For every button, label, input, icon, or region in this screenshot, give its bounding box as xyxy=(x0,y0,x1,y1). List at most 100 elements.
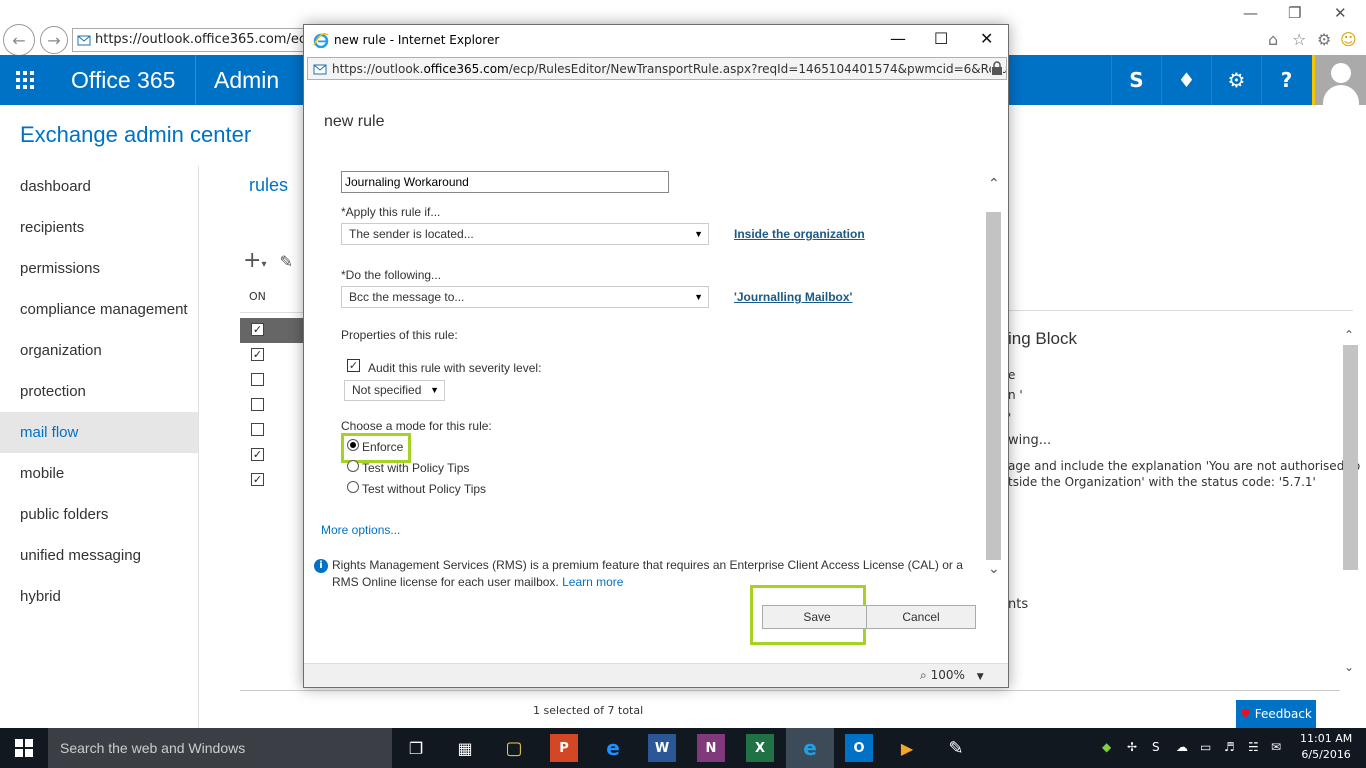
notifications-bell-icon[interactable]: ♦ xyxy=(1161,55,1211,105)
column-header-on[interactable]: ON xyxy=(249,290,266,303)
sidebar-item-permissions[interactable]: permissions xyxy=(0,248,198,289)
rule-name-field[interactable] xyxy=(341,171,669,193)
sidebar-item-protection[interactable]: protection xyxy=(0,371,198,412)
action-center-icon[interactable]: ✉ xyxy=(1271,740,1281,754)
sidebar-item-compliance-management[interactable]: compliance management xyxy=(0,289,198,330)
window-titlebar[interactable]: new rule - Internet Explorer — ☐ ✕ xyxy=(304,25,1008,56)
rule-enabled-checkbox[interactable]: ✓ xyxy=(251,448,264,461)
file-explorer-icon[interactable]: ▢ xyxy=(500,734,528,762)
sidebar-item-recipients[interactable]: recipients xyxy=(0,207,198,248)
excel-icon[interactable]: X xyxy=(746,734,774,762)
form-scrollbar[interactable] xyxy=(986,212,1001,560)
sidebar-item-unified-messaging[interactable]: unified messaging xyxy=(0,535,198,576)
learn-more-link[interactable]: Learn more xyxy=(562,575,623,589)
wifi-icon[interactable]: ☵ xyxy=(1248,740,1259,754)
condition-dropdown[interactable]: The sender is located... ▼ xyxy=(341,223,709,245)
outlook-icon[interactable]: O xyxy=(845,734,873,762)
add-rule-icon[interactable]: + xyxy=(243,248,261,273)
tray-app-icon[interactable]: ◆ xyxy=(1102,740,1111,754)
minimize-icon[interactable]: — xyxy=(890,29,906,48)
rule-enabled-checkbox[interactable]: ✓ xyxy=(251,348,264,361)
back-icon[interactable]: ← xyxy=(3,24,35,56)
table-row[interactable]: ✓ xyxy=(240,318,304,343)
scroll-down-icon[interactable]: ⌄ xyxy=(988,561,1000,577)
skype-icon[interactable]: S xyxy=(1111,55,1161,105)
action-value-link[interactable]: 'Journalling Mailbox' xyxy=(734,290,852,304)
home-icon[interactable]: ⌂ xyxy=(1268,30,1278,49)
rule-enabled-checkbox[interactable]: ✓ xyxy=(251,323,264,336)
internet-explorer-taskbar-icon[interactable]: e xyxy=(786,728,834,768)
word-icon[interactable]: W xyxy=(648,734,676,762)
scroll-down-icon[interactable]: ⌄ xyxy=(1344,660,1354,674)
sidebar-item-mobile[interactable]: mobile xyxy=(0,453,198,494)
rules-heading: rules xyxy=(249,175,289,195)
sidebar-item-hybrid[interactable]: hybrid xyxy=(0,576,198,617)
tray-skype-icon[interactable]: S xyxy=(1152,740,1160,754)
paint-icon[interactable]: ✎ xyxy=(942,734,970,762)
edge-icon[interactable]: e xyxy=(599,734,627,762)
favorites-star-icon[interactable]: ☆ xyxy=(1292,30,1306,49)
audit-checkbox[interactable]: ✓ xyxy=(347,359,360,372)
table-row[interactable]: ✓ xyxy=(240,468,304,493)
radio-test-with-tips[interactable] xyxy=(347,460,359,472)
tools-gear-icon[interactable]: ⚙ xyxy=(1317,30,1331,49)
sidebar-item-mail-flow[interactable]: mail flow xyxy=(0,412,198,453)
dropdown-arrow-icon: ▼ xyxy=(694,292,703,302)
table-row[interactable] xyxy=(240,393,304,418)
table-row[interactable]: ✓ xyxy=(240,443,304,468)
sidebar-item-organization[interactable]: organization xyxy=(0,330,198,371)
onenote-icon[interactable]: N xyxy=(697,734,725,762)
feedback-button[interactable]: ♥ Feedback xyxy=(1236,700,1316,728)
severity-dropdown[interactable]: Not specified ▼ xyxy=(344,380,445,401)
rule-enabled-checkbox[interactable] xyxy=(251,398,264,411)
avatar[interactable] xyxy=(1312,55,1366,105)
product-name[interactable]: Office 365 xyxy=(71,67,175,94)
restore-icon[interactable]: ❐ xyxy=(1288,4,1301,22)
details-scrollbar[interactable] xyxy=(1343,345,1358,570)
app-launcher-icon[interactable] xyxy=(0,55,50,105)
chevron-down-icon[interactable]: ▾ xyxy=(261,259,266,270)
forward-icon[interactable]: → xyxy=(40,26,68,54)
popup-address-bar[interactable]: https://outlook.office365.com/ecp/RulesE… xyxy=(307,57,1007,80)
sidebar-item-dashboard[interactable]: dashboard xyxy=(0,166,198,207)
action-dropdown[interactable]: Bcc the message to... ▼ xyxy=(341,286,709,308)
help-icon[interactable]: ? xyxy=(1261,55,1311,105)
edit-pencil-icon[interactable]: ✎ xyxy=(279,252,292,271)
table-row[interactable]: ✓ xyxy=(240,343,304,368)
internet-explorer-icon xyxy=(313,33,329,48)
radio-enforce[interactable] xyxy=(347,439,359,451)
rule-enabled-checkbox[interactable] xyxy=(251,423,264,436)
clock[interactable]: 11:01 AM 6/5/2016 xyxy=(1300,731,1352,763)
maximize-icon[interactable]: ☐ xyxy=(934,29,948,48)
scroll-up-icon[interactable]: ⌃ xyxy=(1344,328,1354,342)
onedrive-icon[interactable]: ☁ xyxy=(1176,740,1188,754)
windows-start-icon[interactable] xyxy=(0,728,48,768)
settings-gear-icon[interactable]: ⚙ xyxy=(1211,55,1261,105)
scroll-up-icon[interactable]: ⌃ xyxy=(988,176,1000,192)
table-row[interactable] xyxy=(240,368,304,393)
condition-value-link[interactable]: Inside the organization xyxy=(734,227,865,241)
media-player-icon[interactable]: ▶ xyxy=(893,734,921,762)
task-view-icon[interactable]: ❐ xyxy=(402,734,430,762)
sidebar-item-public-folders[interactable]: public folders xyxy=(0,494,198,535)
section-name[interactable]: Admin xyxy=(214,67,279,94)
table-row[interactable] xyxy=(240,418,304,443)
address-bar[interactable]: https://outlook.office365.com/ecp/?rfr xyxy=(72,28,304,52)
taskbar-search-input[interactable]: Search the web and Windows xyxy=(48,728,392,768)
minimize-icon[interactable]: — xyxy=(1243,4,1258,22)
rule-enabled-checkbox[interactable] xyxy=(251,373,264,386)
battery-icon[interactable]: ▭ xyxy=(1200,740,1211,754)
zoom-control[interactable]: ⌕ 100% ▼ xyxy=(920,668,984,683)
volume-icon[interactable]: ♬ xyxy=(1224,740,1235,754)
close-icon[interactable]: ✕ xyxy=(980,29,993,48)
save-button[interactable]: Save xyxy=(762,605,872,629)
close-icon[interactable]: ✕ xyxy=(1334,4,1347,22)
rule-enabled-checkbox[interactable]: ✓ xyxy=(251,473,264,486)
cancel-button[interactable]: Cancel xyxy=(866,605,976,629)
more-options-link[interactable]: More options... xyxy=(321,523,400,537)
tray-tool-icon[interactable]: ✢ xyxy=(1127,740,1137,754)
store-icon[interactable]: ▦ xyxy=(451,734,479,762)
smiley-feedback-icon[interactable]: ☺ xyxy=(1340,30,1357,49)
radio-test-without-tips[interactable] xyxy=(347,481,359,493)
powerpoint-icon[interactable]: P xyxy=(550,734,578,762)
